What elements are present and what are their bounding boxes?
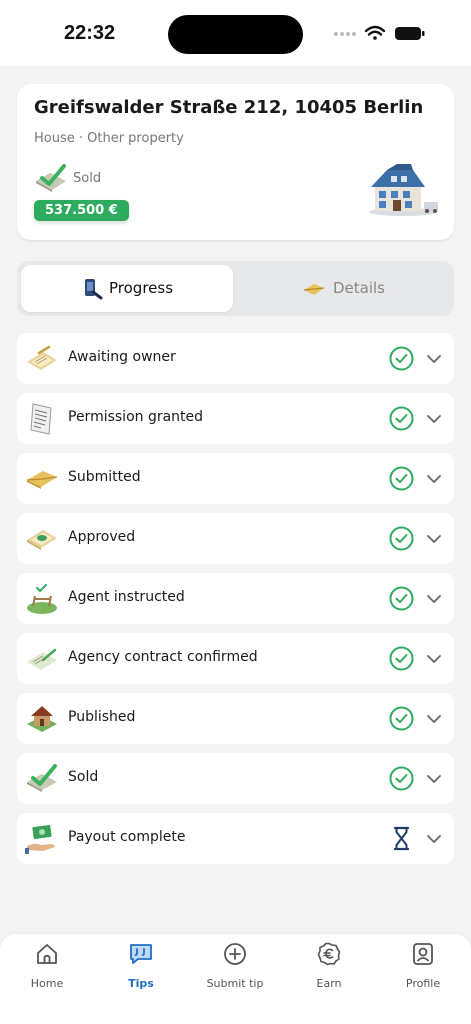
house-icon — [369, 164, 438, 216]
envelope-icon — [26, 471, 58, 489]
check-circle-icon — [389, 706, 414, 731]
approved-doc-icon — [27, 530, 57, 550]
step-label: Agent instructed — [68, 589, 185, 605]
chevron-down-icon[interactable] — [426, 471, 442, 487]
step-label: Payout complete — [68, 829, 186, 845]
nav-profile-label: Profile — [405, 977, 441, 990]
phone-pen-icon — [85, 279, 103, 300]
tab-progress[interactable]: Progress — [21, 265, 233, 312]
battery-icon — [395, 27, 425, 40]
step-label: Permission granted — [68, 409, 204, 425]
step-payout-complete[interactable]: Payout complete — [17, 813, 454, 864]
contract-icon — [27, 345, 57, 370]
tab-progress-label: Progress — [109, 279, 174, 297]
chevron-down-icon[interactable] — [426, 351, 442, 367]
envelope-icon — [303, 284, 325, 295]
nav-tips-label: Tips — [128, 977, 154, 990]
chevron-down-icon[interactable] — [426, 831, 442, 847]
step-label: Awaiting owner — [68, 349, 176, 365]
step-label: Submitted — [68, 469, 141, 485]
check-circle-icon — [389, 346, 414, 371]
property-status-label: Sold — [73, 171, 102, 186]
sold-check-icon — [27, 764, 57, 792]
bottom-nav: Home Tips Submit tip Earn Profile — [0, 934, 471, 1024]
chevron-down-icon[interactable] — [426, 591, 442, 607]
step-agent-instructed[interactable]: Agent instructed — [17, 573, 454, 624]
hourglass-icon — [393, 826, 410, 851]
nav-home[interactable]: Home — [7, 942, 87, 992]
nav-earn[interactable]: Earn — [289, 942, 369, 992]
step-submitted[interactable]: Submitted — [17, 453, 454, 504]
chevron-down-icon[interactable] — [426, 651, 442, 667]
signal-icon — [334, 32, 356, 36]
check-circle-icon — [389, 586, 414, 611]
step-label: Published — [68, 709, 136, 725]
profile-icon — [413, 943, 433, 965]
house-icon — [27, 706, 57, 732]
tab-details-label: Details — [333, 279, 386, 297]
status-bar: 22:32 — [0, 0, 471, 66]
document-icon — [30, 403, 52, 435]
plus-circle-icon — [224, 943, 246, 965]
tips-icon — [130, 944, 152, 964]
chevron-down-icon[interactable] — [426, 411, 442, 427]
check-circle-icon — [389, 766, 414, 791]
tab-details[interactable]: Details — [237, 265, 449, 312]
plot-icon — [27, 584, 57, 614]
tab-bar: Progress Details — [17, 261, 454, 316]
nav-earn-label: Earn — [316, 977, 342, 990]
check-circle-icon — [389, 466, 414, 491]
signed-contract-icon — [27, 648, 57, 670]
chevron-down-icon[interactable] — [426, 531, 442, 547]
step-approved[interactable]: Approved — [17, 513, 454, 564]
euro-icon — [317, 942, 341, 966]
chevron-down-icon[interactable] — [426, 711, 442, 727]
check-circle-icon — [389, 526, 414, 551]
status-icons — [334, 25, 425, 40]
nav-profile[interactable]: Profile — [383, 942, 463, 992]
step-label: Sold — [68, 769, 99, 785]
step-sold[interactable]: Sold — [17, 753, 454, 804]
dynamic-island — [168, 15, 303, 54]
nav-home-label: Home — [30, 977, 64, 990]
sold-check-icon — [36, 164, 66, 192]
property-address: Greifswalder Straße 212, 10405 Berlin — [34, 97, 424, 118]
cash-hand-icon — [25, 824, 55, 854]
property-card[interactable]: Greifswalder Straße 212, 10405 Berlin Ho… — [17, 84, 454, 241]
price-badge: 537.500 € — [34, 200, 129, 221]
wifi-icon — [364, 25, 386, 40]
nav-submit-tip[interactable]: Submit tip — [195, 942, 275, 992]
step-label: Approved — [68, 529, 136, 545]
check-circle-icon — [389, 646, 414, 671]
nav-submit-tip-label: Submit tip — [206, 977, 264, 990]
step-awaiting-owner[interactable]: Awaiting owner — [17, 333, 454, 384]
home-icon — [37, 944, 57, 964]
chevron-down-icon[interactable] — [426, 771, 442, 787]
check-circle-icon — [389, 406, 414, 431]
status-time: 22:32 — [64, 22, 116, 44]
step-published[interactable]: Published — [17, 693, 454, 744]
property-type: House · Other property — [34, 131, 184, 146]
step-label: Agency contract confirmed — [68, 649, 258, 665]
step-permission-granted[interactable]: Permission granted — [17, 393, 454, 444]
nav-tips[interactable]: Tips — [101, 942, 181, 992]
step-agency-contract-confirmed[interactable]: Agency contract confirmed — [17, 633, 454, 684]
